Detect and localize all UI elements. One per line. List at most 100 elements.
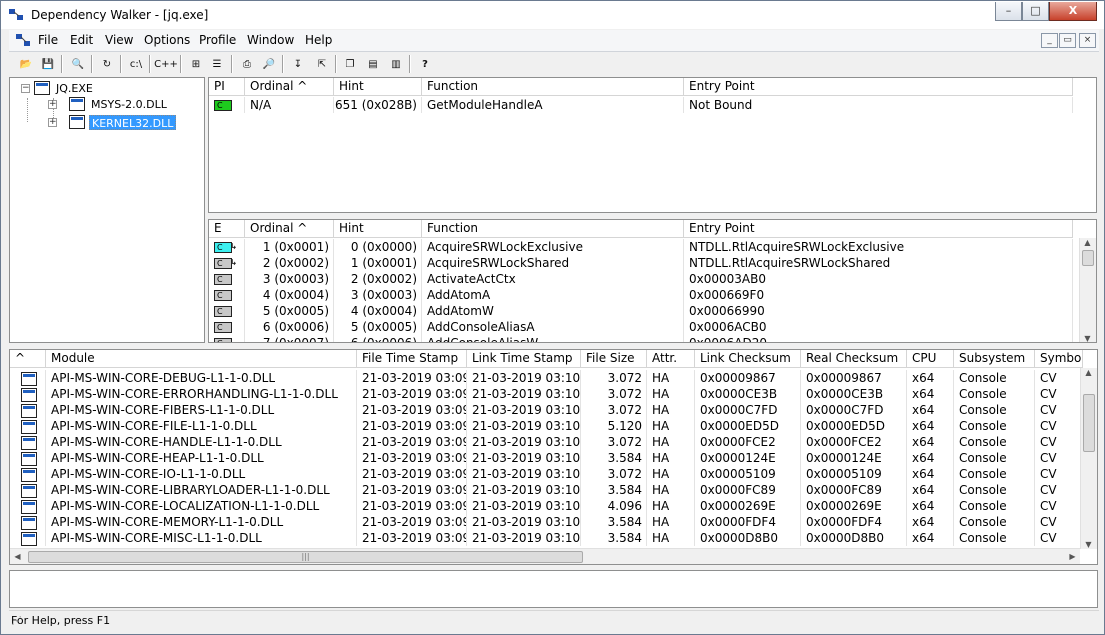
export-row[interactable]: C 4 (0x0004) 3 (0x0003) AddAtomA 0x000669F0 <box>209 287 1073 303</box>
menu-options[interactable]: Options <box>144 33 190 47</box>
export-row[interactable]: C 6 (0x0006) 5 (0x0005) AddConsoleAliasA 0x0… <box>209 319 1073 335</box>
import-row[interactable]: C N/A 651 (0x028B) GetModuleHandleA Not … <box>209 97 1073 113</box>
attr-cell: HA <box>647 434 695 450</box>
module-row[interactable]: API-MS-WIN-CORE-ERRORHANDLING-L1-1-0.DLL… <box>10 386 1083 402</box>
module-row[interactable]: API-MS-WIN-CORE-FILE-L1-1-0.DLL 21-03-201… <box>10 418 1083 434</box>
exports-vertical-scrollbar[interactable]: ▲ ▼ <box>1079 238 1096 342</box>
mdi-restore-button[interactable]: ▭ <box>1059 33 1076 48</box>
cascade-icon[interactable]: ❐ <box>341 55 359 73</box>
tree-node-msys[interactable]: + MSYS-2.0.DLL <box>48 96 169 112</box>
column-header-real-checksum[interactable]: Real Checksum <box>801 350 907 368</box>
column-header-hint[interactable]: Hint <box>334 78 422 96</box>
column-header-subsystem[interactable]: Subsystem <box>954 350 1035 368</box>
menu-window[interactable]: Window <box>247 33 294 47</box>
scroll-thumb[interactable] <box>1083 394 1095 452</box>
mdi-minimize-button[interactable]: _ <box>1041 33 1058 48</box>
print-icon[interactable]: ⎙ <box>238 55 256 73</box>
mdi-close-button[interactable]: × <box>1079 33 1096 48</box>
expand-icon[interactable]: + <box>48 117 57 127</box>
column-header-file-time-stamp[interactable]: File Time Stamp <box>357 350 467 368</box>
column-header-entry-point[interactable]: Entry Point <box>684 220 1073 238</box>
export-row[interactable]: C 5 (0x0005) 4 (0x0004) AddAtomW 0x00066990 <box>209 303 1073 319</box>
open-icon[interactable]: 📂 <box>17 55 35 73</box>
tree-node-label[interactable]: KERNEL32.DLL <box>89 114 177 130</box>
column-header-ordinal[interactable]: Ordinal ^ <box>245 220 334 238</box>
menu-file[interactable]: File <box>38 33 58 47</box>
scroll-up-icon[interactable]: ▲ <box>1081 368 1096 377</box>
modules-vertical-scrollbar[interactable]: ▲ ▼ <box>1080 368 1097 549</box>
module-row[interactable]: API-MS-WIN-CORE-DEBUG-L1-1-0.DLL 21-03-20… <box>10 370 1083 386</box>
document-icon[interactable] <box>16 34 30 47</box>
module-row[interactable]: API-MS-WIN-CORE-FIBERS-L1-1-0.DLL 21-03-2… <box>10 402 1083 418</box>
properties-icon[interactable]: ☰ <box>208 55 226 73</box>
minimize-button[interactable]: – <box>995 2 1022 21</box>
tile-horizontal-icon[interactable]: ▤ <box>364 55 382 73</box>
autoexpand-icon[interactable]: ⊞ <box>187 55 205 73</box>
export-row[interactable]: C 3 (0x0003) 2 (0x0002) ActivateActCtx 0x000… <box>209 271 1073 287</box>
column-header-e[interactable]: E <box>209 220 245 238</box>
scroll-down-icon[interactable]: ▼ <box>1081 540 1096 549</box>
undecorate-cpp-icon[interactable]: C++ <box>154 55 178 73</box>
menu-edit[interactable]: Edit <box>70 33 93 47</box>
scroll-right-icon[interactable]: ▶ <box>1065 552 1080 561</box>
find-icon[interactable]: 🔍 <box>69 55 87 73</box>
export-row[interactable]: C 7 (0x0007)6 (0x0006)AddConsoleAliasW0x0… <box>209 335 1073 342</box>
sort-icon[interactable]: ↧ <box>289 55 307 73</box>
column-header-symbols[interactable]: Symbo <box>1035 350 1083 368</box>
ordinal-cell: N/A <box>245 97 334 113</box>
tile-vertical-icon[interactable]: ▥ <box>387 55 405 73</box>
module-row[interactable]: API-MS-WIN-CORE-HANDLE-L1-1-0.DLL 21-03-2… <box>10 434 1083 450</box>
modules-horizontal-scrollbar[interactable]: ◀ ||| ▶ <box>10 548 1080 564</box>
column-header-hint[interactable]: Hint <box>334 220 422 238</box>
column-header-attr[interactable]: Attr. <box>647 350 695 368</box>
refresh-icon[interactable]: ↻ <box>98 55 116 73</box>
column-header-pi[interactable]: PI <box>209 78 245 96</box>
column-header-sort[interactable]: ^ <box>10 350 46 368</box>
scroll-thumb[interactable]: ||| <box>28 551 583 563</box>
module-row[interactable]: API-MS-WIN-CORE-IO-L1-1-0.DLL 21-03-2019 … <box>10 466 1083 482</box>
title-bar[interactable]: Dependency Walker - [jq.exe] – □ X <box>1 1 1104 29</box>
column-header-file-size[interactable]: File Size <box>581 350 647 368</box>
toolbar-separator <box>91 55 93 73</box>
resize-grip-icon[interactable]: ⋰ <box>11 614 1097 628</box>
expand-icon[interactable]: + <box>48 99 57 109</box>
tree-node-kernel32[interactable]: + KERNEL32.DLL <box>48 114 177 130</box>
attr-cell: HA <box>647 370 695 386</box>
module-row[interactable]: API-MS-WIN-CORE-HEAP-L1-1-0.DLL 21-03-201… <box>10 450 1083 466</box>
full-paths-icon[interactable]: c:\ <box>127 55 145 73</box>
module-row[interactable]: API-MS-WIN-CORE-LIBRARYLOADER-L1-1-0.DLL… <box>10 482 1083 498</box>
tree-node-label[interactable]: MSYS-2.0.DLL <box>89 97 169 112</box>
column-header-entry-point[interactable]: Entry Point <box>684 78 1073 96</box>
column-header-link-time-stamp[interactable]: Link Time Stamp <box>467 350 581 368</box>
menu-view[interactable]: View <box>105 33 133 47</box>
module-row[interactable]: API-MS-WIN-CORE-MEMORY-L1-1-0.DLL 21-03-2… <box>10 514 1083 530</box>
column-header-ordinal[interactable]: Ordinal ^ <box>245 78 334 96</box>
file-time-stamp-cell: 21-03-2019 03:09 <box>357 498 467 514</box>
scroll-up-icon[interactable]: ▲ <box>1080 238 1095 247</box>
scroll-down-icon[interactable]: ▼ <box>1080 334 1095 342</box>
tree-node-label[interactable]: JQ.EXE <box>54 81 95 96</box>
scroll-left-icon[interactable]: ◀ <box>10 552 25 561</box>
column-header-link-checksum[interactable]: Link Checksum <box>695 350 801 368</box>
export-row[interactable]: C ↳ 1 (0x0001) 0 (0x0000) AcquireSRWLockExcl… <box>209 239 1073 255</box>
column-header-function[interactable]: Function <box>422 220 684 238</box>
module-row[interactable]: API-MS-WIN-CORE-MISC-L1-1-0.DLL 21-03-201… <box>10 530 1083 546</box>
collapse-icon[interactable]: − <box>21 83 30 93</box>
module-row[interactable]: API-MS-WIN-CORE-LOCALIZATION-L1-1-0.DLL 2… <box>10 498 1083 514</box>
view-module-icon[interactable]: 🔎 <box>260 55 278 73</box>
column-header-function[interactable]: Function <box>422 78 684 96</box>
scroll-thumb[interactable] <box>1082 250 1094 266</box>
tree-node-root[interactable]: − JQ.EXE <box>21 80 95 96</box>
column-header-cpu[interactable]: CPU <box>907 350 954 368</box>
real-checksum-cell: 0x00009867 <box>801 370 907 386</box>
menu-help[interactable]: Help <box>305 33 332 47</box>
save-icon[interactable]: 💾 <box>39 55 57 73</box>
column-header-module[interactable]: Module <box>46 350 357 368</box>
export-row[interactable]: C ↳ 2 (0x0002) 1 (0x0001) AcquireSRWLockShar… <box>209 255 1073 271</box>
menu-profile[interactable]: Profile <box>199 33 236 47</box>
log-view[interactable] <box>9 570 1098 608</box>
maximize-button[interactable]: □ <box>1022 2 1049 21</box>
help-icon[interactable]: ? <box>416 55 434 73</box>
close-button[interactable]: X <box>1049 2 1097 21</box>
highlight-icon[interactable]: ⇱ <box>313 55 331 73</box>
